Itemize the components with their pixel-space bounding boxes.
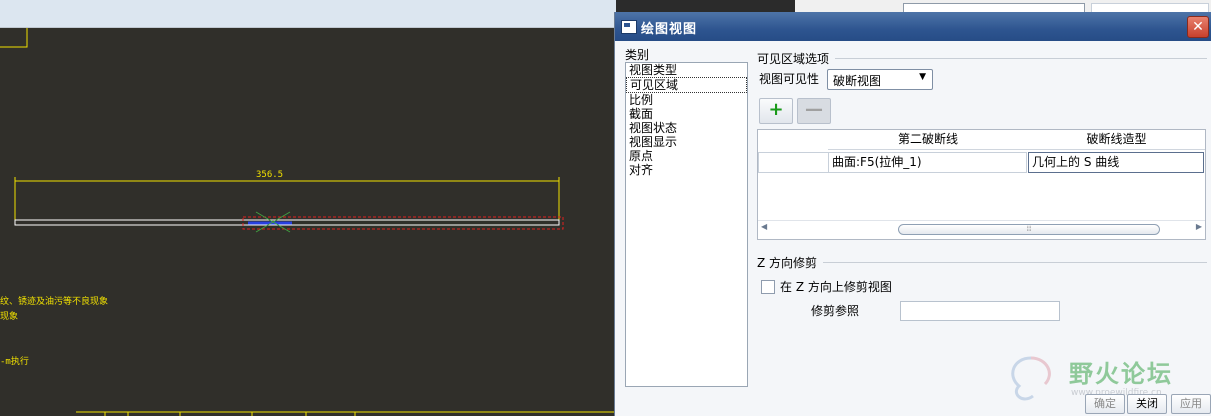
dimension-text[interactable]: 356.5	[256, 170, 283, 180]
category-item-section[interactable]: 截面	[626, 107, 747, 121]
second-break-line-cell[interactable]: 曲面:F5(拉伸_1)	[828, 152, 1027, 173]
note-line-1: 纹、锈迹及油污等不良现象	[0, 297, 109, 307]
scroll-left-icon[interactable]: ◀	[761, 222, 767, 231]
category-label: 类别	[625, 48, 650, 62]
title-block-corner	[0, 28, 28, 48]
background-panel-strip	[795, 0, 1211, 15]
dropdown-arrow-icon: ▼	[919, 72, 926, 82]
break-lines-table: 第二破断线 破断线造型 曲面:F5(拉伸_1) 几何上的 S 曲线 ◀ ⦙⦙⦙ …	[757, 129, 1206, 240]
category-list: 视图类型 可见区域 比例 截面 视图状态 视图显示 原点 对齐	[625, 62, 748, 387]
remove-break-button[interactable]: —	[797, 98, 831, 124]
section-divider	[835, 58, 1207, 59]
scrollbar-thumb[interactable]: ⦙⦙⦙	[898, 224, 1160, 235]
category-item-view-type[interactable]: 视图类型	[626, 63, 747, 77]
cad-geometry	[0, 28, 616, 416]
category-item-origin[interactable]: 原点	[626, 149, 747, 163]
cad-drawing-canvas[interactable]: 356.5 纹、锈迹及油污等不良现象 现象 -m执行	[0, 0, 616, 416]
trim-reference-field[interactable]	[900, 301, 1060, 321]
table-horizontal-scrollbar[interactable]: ◀ ⦙⦙⦙ ▶	[758, 220, 1205, 238]
trim-reference-label: 修剪参照	[811, 304, 860, 318]
column-header-second-break-line[interactable]: 第二破断线	[828, 130, 1028, 150]
break-line-style-cell[interactable]: 几何上的 S 曲线	[1028, 152, 1204, 173]
ok-button[interactable]: 确定	[1085, 394, 1125, 414]
section-divider	[823, 262, 1207, 263]
z-trim-checkbox[interactable]	[761, 280, 775, 294]
note-line-2: 现象	[0, 312, 19, 322]
category-item-alignment[interactable]: 对齐	[626, 163, 747, 177]
note-line-3: -m执行	[0, 357, 29, 367]
window-icon	[621, 20, 637, 34]
close-icon[interactable]: ✕	[1187, 16, 1209, 38]
category-item-view-display[interactable]: 视图显示	[626, 135, 747, 149]
category-item-scale[interactable]: 比例	[626, 93, 747, 107]
visible-area-section-title: 可见区域选项	[757, 52, 830, 66]
view-visibility-select[interactable]: 破断视图 ▼	[827, 69, 933, 90]
close-button[interactable]: 关闭	[1127, 394, 1167, 414]
dialog-title: 绘图视图	[641, 22, 698, 37]
table-row-selector[interactable]	[758, 152, 829, 173]
z-trim-section-title: Z 方向修剪	[757, 256, 818, 270]
scroll-right-icon[interactable]: ▶	[1196, 222, 1202, 231]
view-visibility-label: 视图可见性	[759, 72, 820, 86]
dialog-titlebar[interactable]: 绘图视图 ✕	[615, 12, 1211, 41]
column-header-break-line-style[interactable]: 破断线造型	[1028, 130, 1205, 150]
watermark-logo-icon	[1011, 356, 1051, 401]
z-trim-checkbox-label: 在 Z 方向上修剪视图	[780, 280, 892, 294]
add-break-button[interactable]: +	[759, 98, 793, 124]
drawing-view-dialog: 绘图视图 ✕ 类别 视图类型 可见区域 比例 截面 视图状态 视图显示 原点 对…	[614, 12, 1211, 416]
category-item-visible-area[interactable]: 可见区域	[626, 77, 747, 93]
category-item-view-state[interactable]: 视图状态	[626, 121, 747, 135]
apply-button[interactable]: 应用	[1171, 394, 1211, 414]
view-visibility-value: 破断视图	[833, 74, 882, 88]
watermark-text: 野火论坛	[1069, 360, 1173, 388]
